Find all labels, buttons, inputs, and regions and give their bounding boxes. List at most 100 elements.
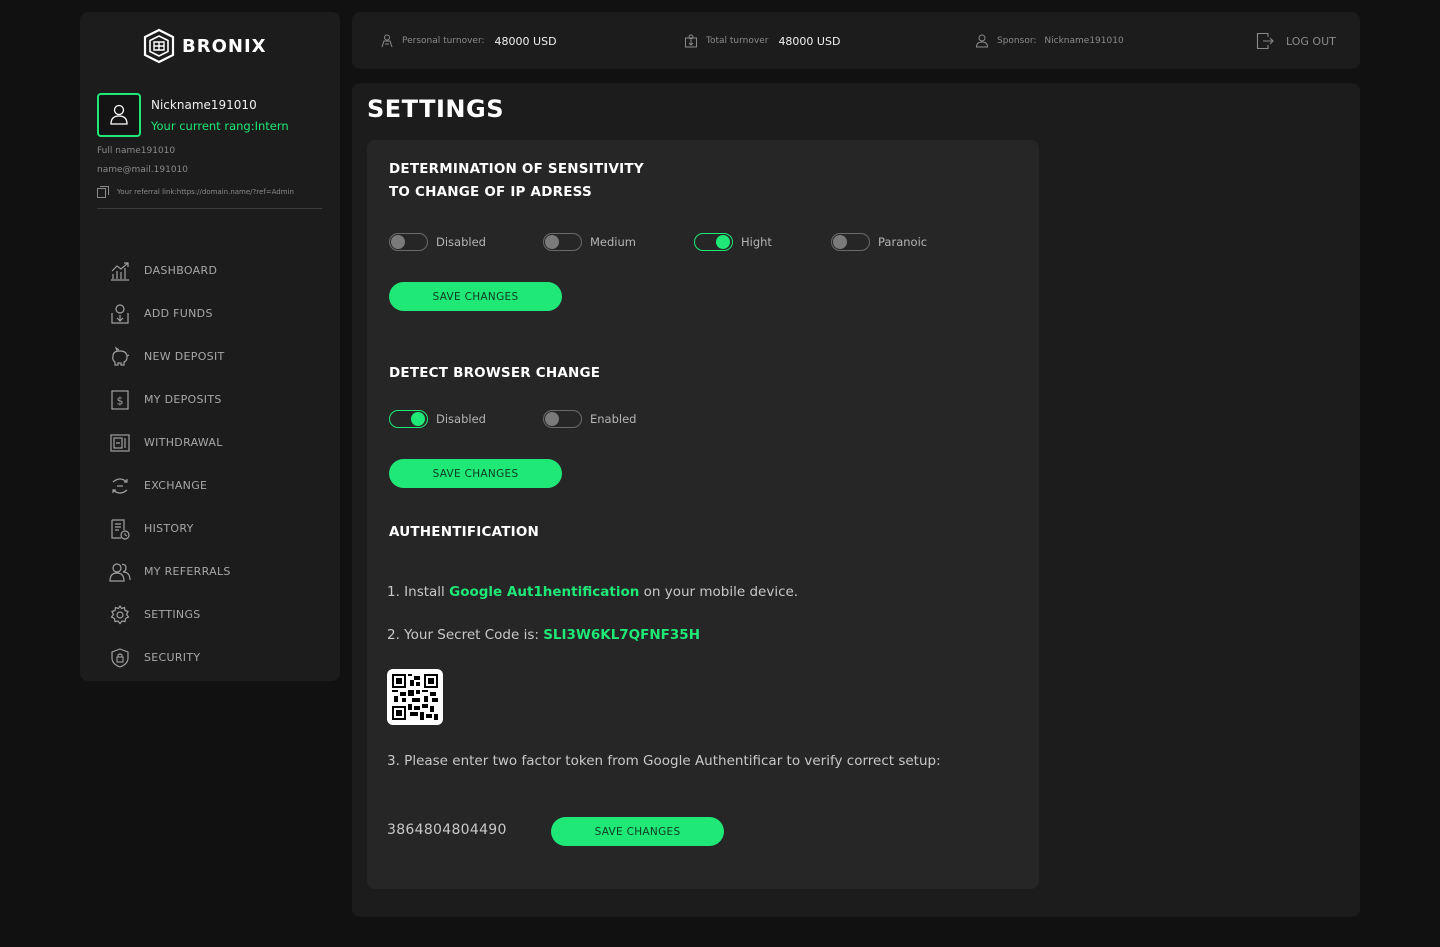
- option-label: Disabled: [436, 235, 486, 249]
- secret-code: SLI3W6KL7QFNF35H: [543, 627, 700, 643]
- toggle-switch[interactable]: [389, 410, 428, 428]
- withdrawal-icon: [108, 431, 132, 455]
- ip-sensitivity-options: Disabled Medium Hight Paranoic: [389, 233, 927, 251]
- sidebar-item-label: EXCHANGE: [144, 479, 208, 492]
- copy-icon[interactable]: [97, 186, 109, 198]
- toggle-knob: [391, 235, 405, 249]
- toggle-switch[interactable]: [831, 233, 870, 251]
- exchange-icon: [108, 474, 132, 498]
- sidebar-item-new-deposit[interactable]: NEW DEPOSIT: [108, 335, 328, 378]
- sidebar-item-settings[interactable]: SETTINGS: [108, 593, 328, 636]
- history-icon: [108, 517, 132, 541]
- sponsor-user-icon: [975, 34, 989, 48]
- ip-option-medium[interactable]: Medium: [543, 233, 694, 251]
- auth-title: AUTHENTIFICATION: [389, 524, 540, 540]
- sidebar-item-label: ADD FUNDS: [144, 307, 213, 320]
- logout-button[interactable]: LOG OUT: [1256, 32, 1336, 50]
- token-input[interactable]: 3864804804490: [387, 822, 507, 838]
- auth-step-1-suffix: on your mobile device.: [639, 584, 799, 600]
- sidebar-item-security[interactable]: SECURITY: [108, 636, 328, 679]
- toggle-switch[interactable]: [389, 233, 428, 251]
- toggle-knob: [833, 235, 847, 249]
- save-ip-sensitivity-button[interactable]: SAVE CHANGES: [389, 282, 562, 311]
- total-turnover-value: 48000 USD: [778, 34, 841, 48]
- sidebar-item-exchange[interactable]: EXCHANGE: [108, 464, 328, 507]
- brand-logo[interactable]: BRONIX: [142, 28, 267, 64]
- total-turnover-label: Total turnover: [706, 36, 769, 46]
- browser-change-options: Disabled Enabled: [389, 410, 636, 428]
- gear-icon: [108, 603, 132, 627]
- sidebar-item-my-referrals[interactable]: MY REFERRALS: [108, 550, 328, 593]
- logout-icon: [1256, 32, 1274, 50]
- sidebar-item-history[interactable]: HISTORY: [108, 507, 328, 550]
- shield-icon: [108, 646, 132, 670]
- save-auth-button[interactable]: SAVE CHANGES: [551, 817, 724, 846]
- ip-option-disabled[interactable]: Disabled: [389, 233, 543, 251]
- auth-step-1: 1. Install Google Aut1hentification on y…: [387, 584, 798, 600]
- sidebar-divider: [97, 208, 322, 209]
- sidebar-item-label: NEW DEPOSIT: [144, 350, 225, 363]
- sidebar-item-my-deposits[interactable]: $ MY DEPOSITS: [108, 378, 328, 421]
- browser-option-disabled[interactable]: Disabled: [389, 410, 543, 428]
- main-content: SETTINGS DETERMINATION OF SENSITIVITY TO…: [352, 83, 1360, 917]
- bronix-logo-icon: [143, 28, 175, 64]
- ip-sensitivity-title: DETERMINATION OF SENSITIVITY TO CHANGE O…: [389, 158, 644, 204]
- user-email: name@mail.191010: [97, 165, 189, 175]
- toggle-switch[interactable]: [694, 233, 733, 251]
- toggle-knob: [545, 235, 559, 249]
- turnover-icon: [381, 34, 393, 48]
- option-label: Medium: [590, 235, 636, 249]
- qr-code-icon: [392, 674, 438, 720]
- sponsor-label: Sponsor:: [997, 36, 1037, 46]
- browser-option-enabled[interactable]: Enabled: [543, 410, 636, 428]
- auth-step-1-prefix: 1. Install: [387, 584, 450, 600]
- total-turnover: Total turnover 48000 USD: [684, 34, 840, 48]
- auth-step-3: 3. Please enter two factor token from Go…: [387, 753, 941, 769]
- google-authenticator-link[interactable]: Google Aut1hentification: [449, 584, 639, 600]
- qr-code: [387, 669, 443, 725]
- total-turnover-icon: [685, 34, 697, 48]
- sidebar-item-label: SECURITY: [144, 651, 201, 664]
- option-label: Paranoic: [878, 235, 928, 249]
- sidebar-item-label: MY DEPOSITS: [144, 393, 222, 406]
- user-icon: [110, 104, 128, 125]
- settings-card: DETERMINATION OF SENSITIVITY TO CHANGE O…: [367, 140, 1039, 889]
- toggle-knob: [716, 235, 730, 249]
- sidebar-nav: DASHBOARD ADD FUNDS NEW DEPOSIT $ MY DEP…: [108, 249, 328, 679]
- page-title: SETTINGS: [367, 95, 504, 123]
- svg-text:$: $: [117, 394, 124, 407]
- option-label: Disabled: [436, 412, 486, 426]
- dollar-icon: $: [108, 388, 132, 412]
- user-nickname: Nickname191010: [151, 98, 257, 112]
- auth-step-2-prefix: 2. Your Secret Code is:: [387, 627, 544, 643]
- ip-option-paranoic[interactable]: Paranoic: [831, 233, 927, 251]
- personal-turnover: Personal turnover: 48000 USD: [380, 34, 557, 48]
- sidebar-item-add-funds[interactable]: ADD FUNDS: [108, 292, 328, 335]
- top-bar: Personal turnover: 48000 USD Total turno…: [352, 12, 1360, 69]
- sidebar-item-label: HISTORY: [144, 522, 194, 535]
- sidebar-item-dashboard[interactable]: DASHBOARD: [108, 249, 328, 292]
- sidebar-item-label: WITHDRAWAL: [144, 436, 223, 449]
- sponsor-value: Nickname191010: [1044, 36, 1124, 46]
- personal-turnover-value: 48000 USD: [494, 34, 557, 48]
- referrals-icon: [108, 560, 132, 584]
- toggle-knob: [411, 412, 425, 426]
- ip-option-hight[interactable]: Hight: [694, 233, 831, 251]
- user-rang: Your current rang:Intern: [151, 119, 289, 133]
- referral-link[interactable]: Your referral link:https://domain.name/?…: [97, 186, 294, 198]
- referral-link-text: Your referral link:https://domain.name/?…: [117, 188, 294, 196]
- personal-turnover-label: Personal turnover:: [402, 36, 485, 46]
- sidebar-item-withdrawal[interactable]: WITHDRAWAL: [108, 421, 328, 464]
- option-label: Hight: [741, 235, 772, 249]
- toggle-knob: [545, 412, 559, 426]
- sidebar-item-label: SETTINGS: [144, 608, 201, 621]
- brand-name: BRONIX: [182, 35, 267, 57]
- toggle-switch[interactable]: [543, 233, 582, 251]
- browser-change-title: DETECT BROWSER CHANGE: [389, 365, 601, 381]
- option-label: Enabled: [590, 412, 637, 426]
- ip-sensitivity-title-line2: TO CHANGE OF IP ADRESS: [389, 184, 592, 200]
- sponsor: Sponsor: Nickname191010: [975, 34, 1124, 48]
- save-browser-change-button[interactable]: SAVE CHANGES: [389, 459, 562, 488]
- avatar[interactable]: [97, 93, 141, 137]
- toggle-switch[interactable]: [543, 410, 582, 428]
